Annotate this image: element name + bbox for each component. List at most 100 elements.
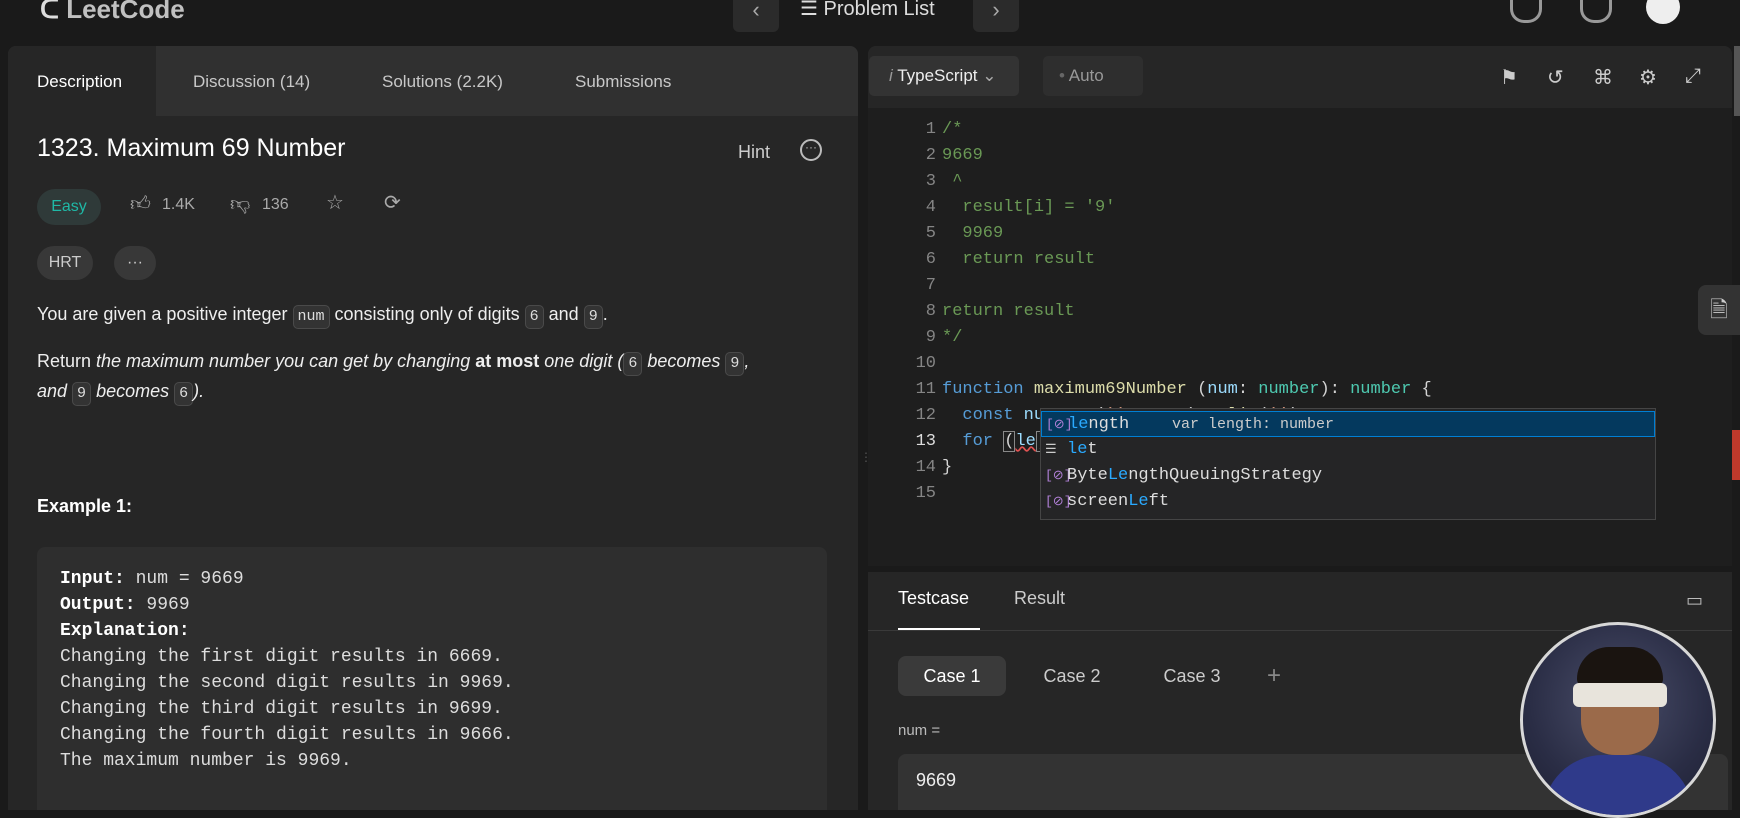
command-icon[interactable]: ⌘ (1593, 65, 1613, 90)
problem-paragraph-2: Return the maximum number you can get by… (37, 346, 827, 406)
example-title: Example 1: (37, 496, 133, 516)
code-line: for (le) (942, 431, 1049, 452)
fullscreen-icon[interactable]: ⤢ (1685, 65, 1701, 88)
panel-resize-handle[interactable]: ⋮ (860, 450, 872, 474)
dislikes-count: 136 (262, 196, 289, 213)
code-line: result[i] = '9' (942, 198, 1116, 217)
case-3-tab[interactable]: Case 3 (1138, 656, 1246, 696)
p2-text-a: Return (37, 351, 97, 371)
prev-problem-button[interactable]: ‹ (733, 0, 779, 32)
case-2-tab[interactable]: Case 2 (1018, 656, 1126, 696)
logo[interactable]: ᑕ LeetCode (40, 0, 185, 25)
line-number: 6 (925, 250, 936, 269)
description-panel: Description Discussion (14) Solutions (2… (8, 46, 858, 810)
webcam-body (1543, 755, 1693, 815)
settings-icon[interactable]: ⚙ (1639, 65, 1657, 90)
line-number: 4 (925, 198, 936, 217)
streak-icon[interactable] (1580, 0, 1612, 23)
line-number: 1 (925, 120, 936, 139)
tab-result[interactable]: Result (1014, 588, 1065, 609)
inline-code-9: 9 (583, 305, 603, 329)
code-line: 9969 (942, 224, 1004, 243)
tab-discussion[interactable]: Discussion (14) (193, 72, 310, 92)
line-number: 10 (915, 354, 936, 373)
tab-submissions[interactable]: Submissions (575, 72, 671, 92)
star-icon[interactable]: ☆ (326, 190, 344, 215)
notes-icon[interactable]: 🗎 (1698, 285, 1740, 335)
suggestion-match: Le (1128, 492, 1149, 511)
thumbs-up-icon[interactable]: 👍︎ (130, 192, 151, 216)
more-tags-button[interactable]: ··· (114, 246, 156, 280)
problem-paragraph-1: You are given a positive integer num con… (37, 299, 827, 329)
line-number: 12 (915, 406, 936, 425)
suggestion-prefix: screen (1067, 492, 1129, 511)
inline-code-6b: 6 (623, 352, 643, 376)
thumbs-down-icon[interactable]: 👎︎ (230, 192, 250, 216)
p2-italic-7: ). (193, 381, 205, 401)
company-tag-hrt[interactable]: HRT (37, 246, 93, 280)
hint-button[interactable]: Hint (738, 142, 770, 163)
line-number: 14 (915, 458, 936, 477)
reset-icon[interactable]: ↺ (1547, 65, 1564, 90)
language-select[interactable]: i TypeScript ⌄ (869, 56, 1019, 96)
bookmark-icon[interactable]: ⚑ (1500, 65, 1518, 90)
dot-icon: • (1059, 66, 1065, 85)
line-number: 9 (925, 328, 936, 347)
code-area[interactable]: 1 2 3 4 5 6 7 8 9 10 11 12 13 14 15 /* 9… (868, 108, 1732, 566)
more-options-icon[interactable]: ··· (800, 139, 822, 161)
share-icon[interactable]: ⟳ (384, 190, 401, 215)
inline-code-6c: 6 (174, 382, 194, 406)
p2-italic-4: , (744, 351, 750, 371)
error-marker (1732, 430, 1740, 480)
code-line: function maximum69Number (num: number): … (942, 380, 1432, 399)
input-value: num = 9669 (124, 569, 244, 589)
p2-italic-3: becomes (642, 351, 726, 371)
example-line: Changing the third digit results in 9699… (60, 699, 503, 719)
timer-icon[interactable] (1510, 0, 1542, 23)
p2-italic-2: one digit ( (539, 351, 624, 371)
editor-toolbar: i TypeScript ⌄ • Auto ⚑ ↺ ⌘ ⚙ ⤢ (868, 46, 1732, 106)
code-line: /* (942, 120, 963, 139)
example-input: Input: num = 9669 (60, 569, 244, 589)
line-number: 15 (915, 484, 936, 503)
example-line: Changing the first digit results in 6669… (60, 647, 503, 667)
code-line: return result (942, 302, 1075, 321)
suggestion-item-length[interactable]: [⊘]length var length: number (1041, 411, 1655, 437)
example-line: Changing the second digit results in 996… (60, 673, 514, 693)
add-case-button[interactable]: + (1254, 656, 1294, 696)
code-line: return result (942, 250, 1096, 269)
likes-count: 1.4K (162, 196, 195, 213)
case-1-tab[interactable]: Case 1 (898, 656, 1006, 696)
inline-code-num: num (292, 305, 330, 329)
chevron-left-icon: ‹ (752, 0, 760, 22)
suggestion-prefix: Byte (1067, 466, 1108, 485)
problem-list-link[interactable]: ☰ Problem List (800, 0, 935, 21)
list-icon: ☰ (800, 0, 824, 20)
output-label: Output: (60, 595, 136, 615)
layout-icon[interactable]: ▭ (1686, 590, 1703, 611)
auto-label: Auto (1068, 66, 1104, 85)
chevron-down-icon: ⌄ (982, 66, 997, 85)
line-number: 11 (915, 380, 936, 399)
user-avatar[interactable] (1646, 0, 1680, 24)
auto-toggle[interactable]: • Auto (1043, 56, 1143, 96)
suggestion-item-screenleft[interactable]: [⊘]screenLeft (1041, 489, 1655, 515)
example-box: Input: num = 9669 Output: 9969 Explanati… (37, 547, 827, 810)
tab-testcase[interactable]: Testcase (898, 588, 969, 609)
chevron-right-icon: › (992, 0, 1000, 22)
p2-italic-5: and (37, 381, 73, 401)
tab-description[interactable]: Description (37, 72, 122, 92)
language-label: TypeScript (897, 66, 978, 85)
scrollbar[interactable] (1734, 46, 1740, 116)
p1-text-b: consisting only of digits (329, 304, 525, 324)
suggestion-match: Le (1107, 466, 1129, 485)
explanation-label: Explanation: (60, 621, 190, 641)
logo-text: LeetCode (66, 0, 185, 24)
tab-solutions[interactable]: Solutions (2.2K) (382, 72, 503, 92)
suggestion-match: le (1067, 440, 1088, 459)
suggestion-item-bytelength[interactable]: [⊘]ByteLengthQueuingStrategy (1041, 463, 1655, 489)
suggestion-item-let[interactable]: ☰ let (1041, 437, 1655, 463)
next-problem-button[interactable]: › (973, 0, 1019, 32)
variable-icon: [⊘] (1045, 468, 1072, 483)
autocomplete-popup: [⊘]length var length: number ☰ let [⊘]Byte… (1040, 408, 1656, 520)
